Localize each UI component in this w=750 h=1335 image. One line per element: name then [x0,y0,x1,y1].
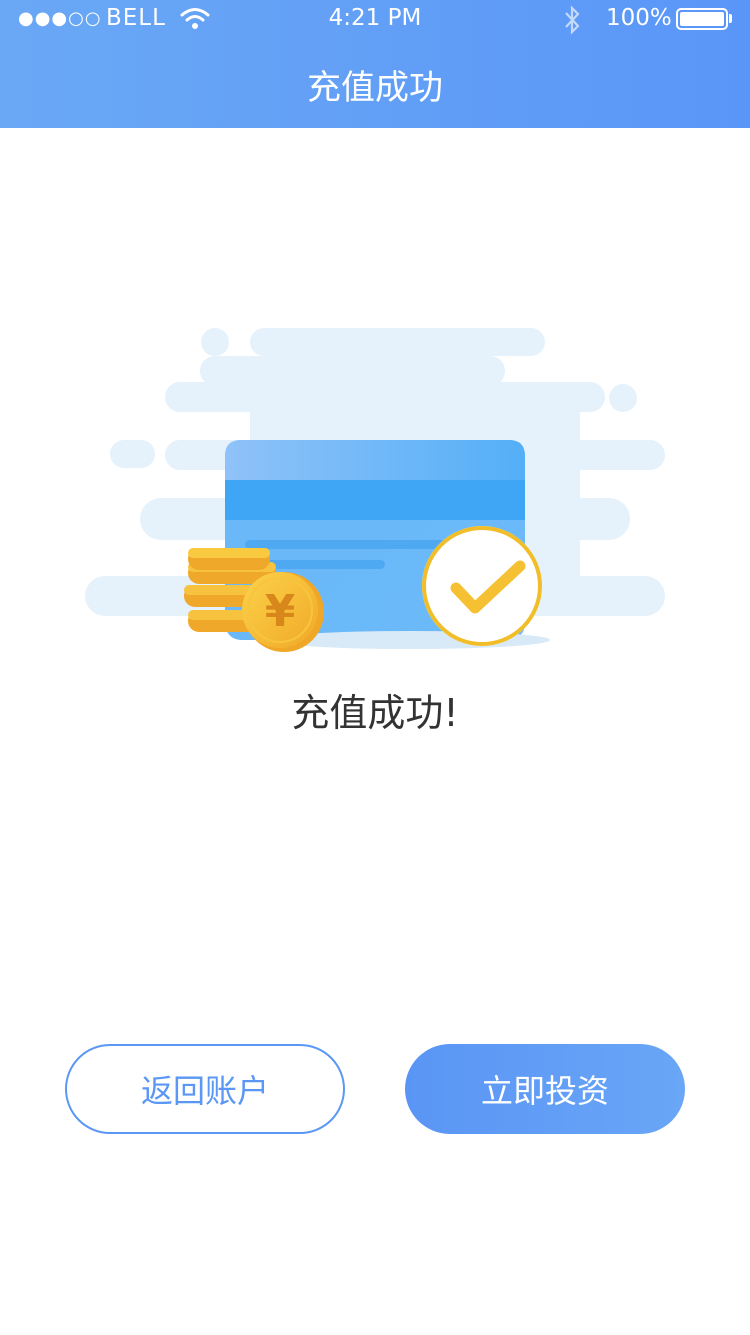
battery-tip [729,14,732,23]
check-icon [422,526,542,646]
status-bar: ●●●○○ BELL 4:21 PM 100% [0,0,750,40]
recharge-success-illustration: ¥ [80,320,670,660]
battery-icon [676,8,728,30]
success-message: 充值成功! [291,691,459,735]
back-to-account-button[interactable]: 返回账户 [65,1044,345,1134]
page-title: 充值成功 [307,68,443,108]
bluetooth-icon [561,5,583,41]
header: ●●●○○ BELL 4:21 PM 100% 充值成功 [0,0,750,128]
coin-symbol: ¥ [265,586,296,637]
invest-now-button[interactable]: 立即投资 [405,1044,685,1134]
battery-percent: 100% [606,5,672,31]
